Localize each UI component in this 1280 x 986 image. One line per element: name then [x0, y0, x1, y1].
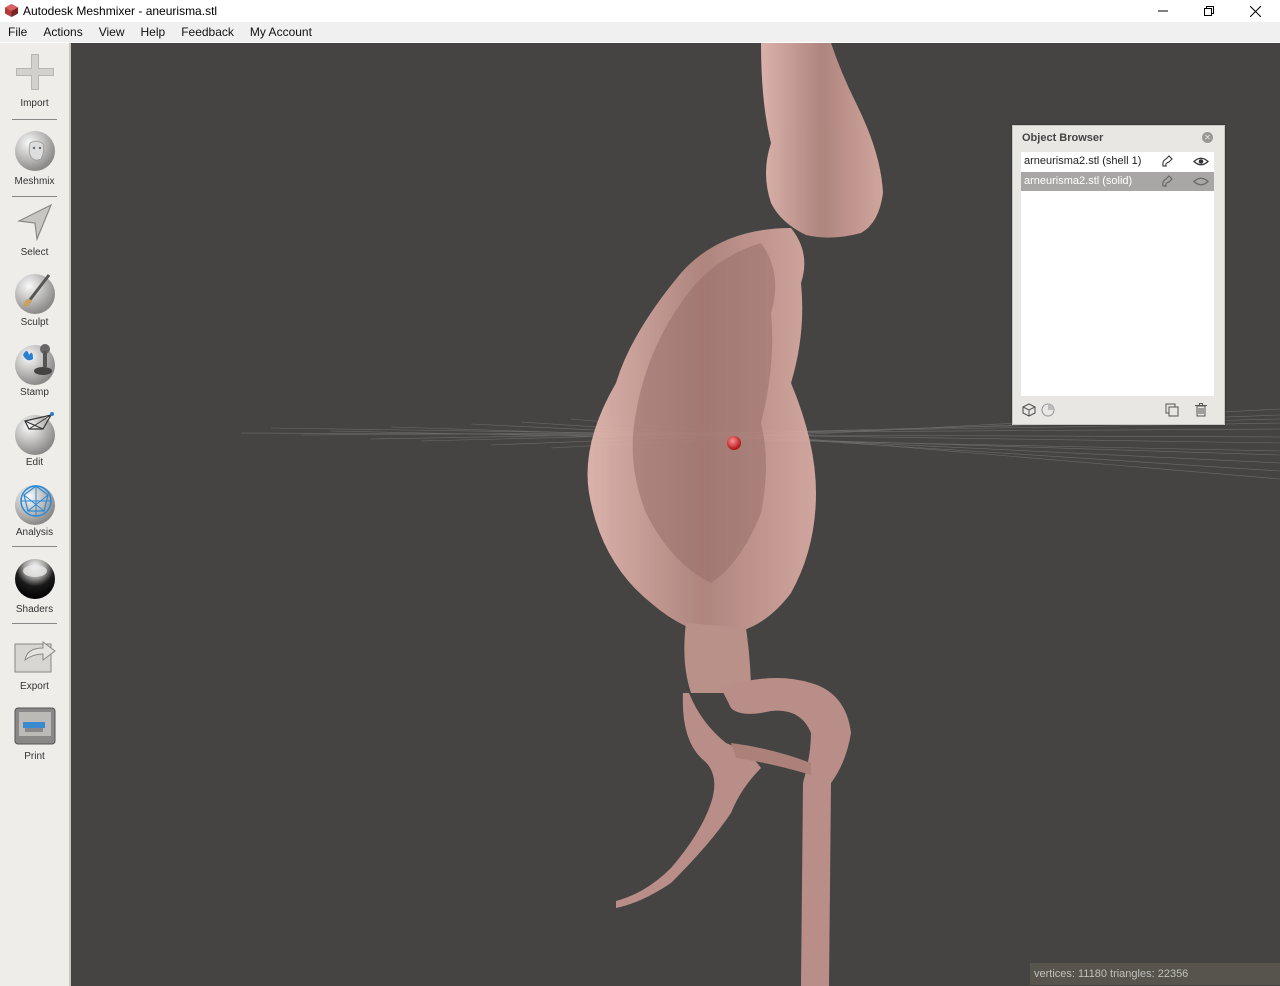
visibility-eye-icon[interactable]	[1193, 156, 1209, 167]
menu-my-account[interactable]: My Account	[242, 22, 320, 42]
tool-shaders-label: Shaders	[15, 604, 54, 615]
object-list: arneurisma2.stl (shell 1) arneurisma2.st…	[1021, 152, 1214, 396]
sculpt-brush-icon	[15, 274, 55, 314]
restore-icon	[1204, 6, 1214, 16]
select-arrow-icon	[16, 203, 53, 242]
meshmixer-logo-icon	[5, 4, 18, 17]
menu-feedback[interactable]: Feedback	[173, 22, 242, 42]
mesh-stats-status: vertices: 11180 triangles: 22356	[1030, 963, 1280, 985]
tool-export-label: Export	[20, 681, 49, 692]
pivot-magnet-icon[interactable]	[1160, 175, 1174, 189]
object-browser-close-button[interactable]: ✕	[1202, 132, 1213, 143]
left-toolbar: Import Meshmix Select Sculpt Stamp Edit …	[0, 43, 71, 986]
tool-print-label: Print	[24, 751, 45, 762]
minimize-button[interactable]	[1140, 0, 1186, 22]
title-bar: Autodesk Meshmixer - aneurisma.stl	[0, 0, 1280, 22]
tool-import-label: Import	[20, 98, 49, 109]
menu-help[interactable]: Help	[133, 22, 174, 42]
aneurysm-mesh[interactable]	[587, 43, 883, 986]
toolbar-divider	[12, 623, 57, 624]
tool-edit-label: Edit	[25, 457, 44, 468]
object-browser-panel: Object Browser ✕ arneurisma2.stl (shell …	[1012, 125, 1225, 425]
object-name: arneurisma2.stl (shell 1)	[1024, 155, 1142, 167]
shader-sphere-icon	[15, 559, 55, 599]
plus-icon	[16, 54, 54, 90]
object-list-item-selected[interactable]: arneurisma2.stl (solid)	[1021, 172, 1214, 191]
restore-button[interactable]	[1186, 0, 1232, 22]
close-icon: ✕	[1204, 132, 1211, 142]
analysis-icon	[15, 485, 55, 525]
menu-actions[interactable]: Actions	[35, 22, 90, 42]
menu-view[interactable]: View	[91, 22, 133, 42]
pivot-magnet-icon[interactable]	[1160, 155, 1174, 169]
tool-meshmix-label: Meshmix	[14, 176, 55, 187]
printer-icon	[14, 707, 56, 745]
export-icon	[14, 641, 56, 673]
toolbar-divider	[12, 196, 57, 197]
trash-icon[interactable]	[1193, 402, 1209, 418]
minimize-icon	[1158, 10, 1168, 12]
tool-analysis-label: Analysis	[15, 527, 54, 538]
pivot-marker-icon[interactable]	[727, 436, 741, 450]
stamp-icon	[15, 344, 55, 385]
object-browser-title: Object Browser	[1022, 132, 1104, 144]
toolbar-divider	[12, 546, 57, 547]
tool-sculpt-label: Sculpt	[20, 317, 49, 328]
cube-icon[interactable]	[1021, 402, 1037, 418]
tool-select-label: Select	[20, 247, 49, 258]
duplicate-icon[interactable]	[1164, 402, 1180, 418]
tool-stamp-label: Stamp	[20, 387, 49, 398]
close-button[interactable]	[1232, 0, 1278, 22]
edit-icon	[15, 412, 55, 455]
menu-bar: File Actions View Help Feedback My Accou…	[0, 22, 1280, 42]
toolbar-divider	[12, 119, 57, 120]
window-title: Autodesk Meshmixer - aneurisma.stl	[23, 4, 218, 18]
object-name: arneurisma2.stl (solid)	[1024, 175, 1133, 187]
menu-file[interactable]: File	[0, 22, 35, 42]
pie-icon[interactable]	[1040, 402, 1056, 418]
meshmix-head-icon	[15, 131, 55, 171]
close-icon	[1249, 5, 1261, 17]
visibility-eye-icon[interactable]	[1193, 176, 1209, 187]
object-list-item[interactable]: arneurisma2.stl (shell 1)	[1021, 152, 1214, 171]
